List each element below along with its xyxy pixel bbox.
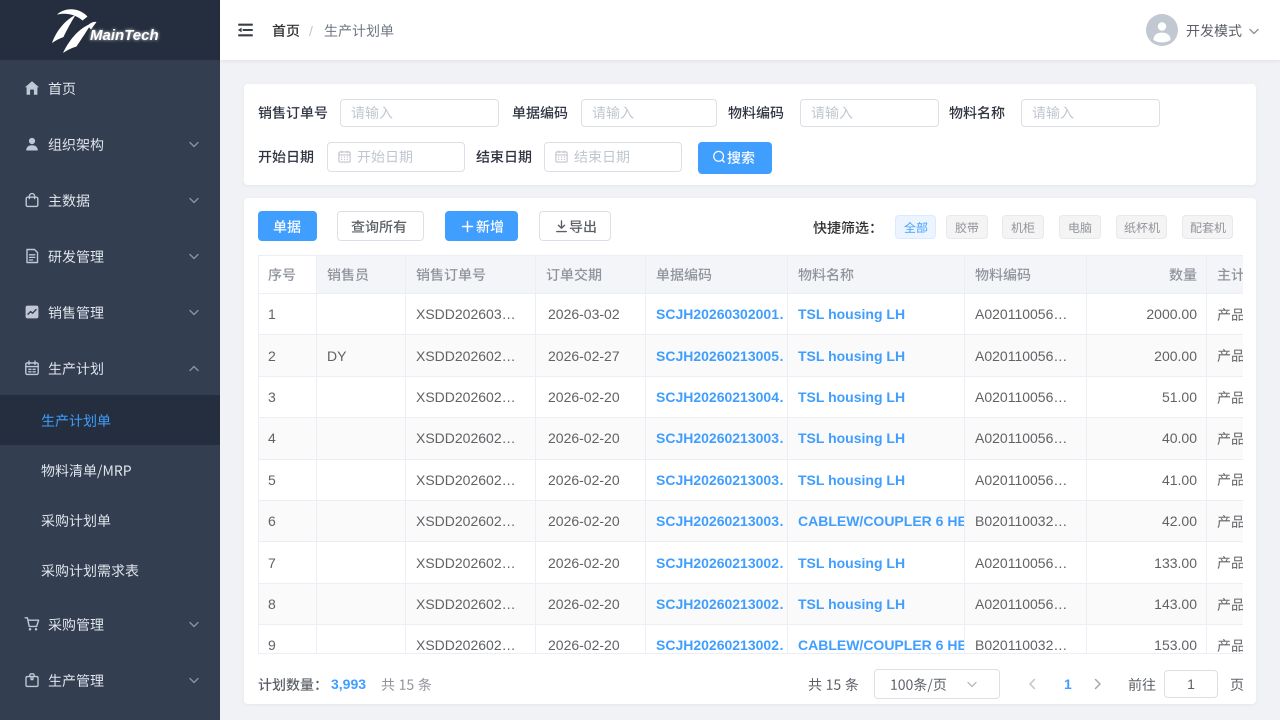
svg-text:MainTech: MainTech (90, 27, 159, 44)
